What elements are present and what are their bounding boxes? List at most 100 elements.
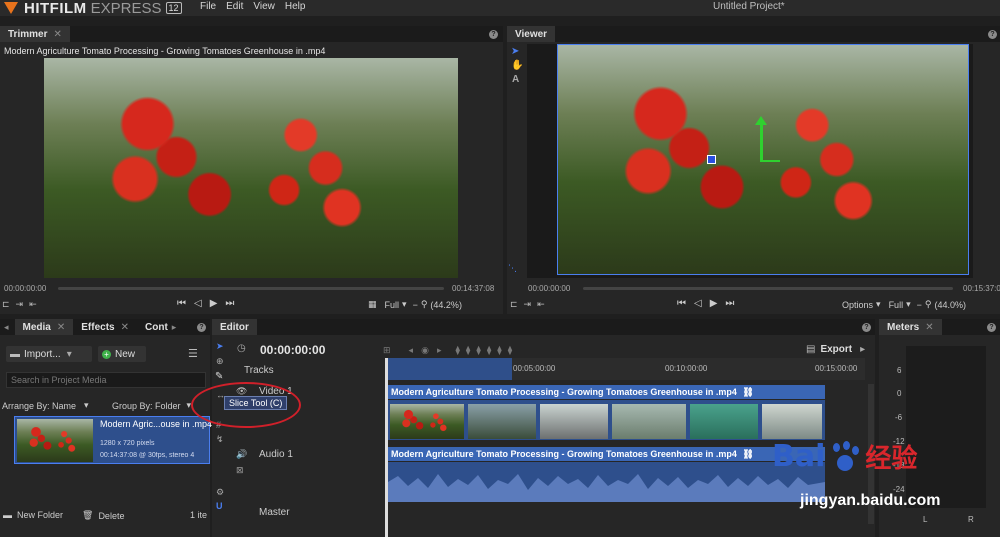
hitfilm-logo-icon xyxy=(4,2,18,14)
snap-magnet-icon[interactable]: U xyxy=(216,501,227,511)
video-clip-body[interactable] xyxy=(388,400,825,440)
play-icon[interactable]: ▶ xyxy=(210,298,218,309)
zoom-out-icon[interactable]: − xyxy=(917,300,922,310)
frame-back-icon[interactable]: ◁ xyxy=(694,298,702,309)
chevron-down-icon: ▾ xyxy=(66,348,72,360)
new-button[interactable]: + New xyxy=(98,346,146,362)
close-icon[interactable]: ✕ xyxy=(121,322,129,333)
viewer-scrubber[interactable] xyxy=(583,287,953,290)
menu-bar: File Edit View Help xyxy=(200,1,315,12)
menu-help[interactable]: Help xyxy=(285,1,306,12)
step-forward-icon[interactable]: ⏭ xyxy=(725,298,734,309)
audio-waveform[interactable] xyxy=(388,462,825,502)
tab-editor[interactable]: Editor xyxy=(212,319,257,335)
tab-effects[interactable]: Effects ✕ xyxy=(73,319,138,335)
chevron-left-icon[interactable]: ◂ xyxy=(4,322,9,333)
select-tool-icon[interactable]: ➤ xyxy=(511,46,525,57)
select-tool-icon[interactable]: ➤ xyxy=(216,341,227,352)
snapshot-icon[interactable]: ⇥ xyxy=(524,299,532,310)
channels-icon[interactable]: ▦ xyxy=(368,299,377,310)
diamond-icon[interactable]: ⧫ xyxy=(487,345,491,356)
diamond-icon[interactable]: ⧫ xyxy=(466,345,470,356)
slice-tool-icon[interactable]: ✎ xyxy=(215,371,227,382)
help-icon[interactable]: ? xyxy=(988,30,997,39)
video-clip-title[interactable]: Modern Agriculture Tomato Processing - G… xyxy=(388,385,825,399)
menu-file[interactable]: File xyxy=(200,1,216,12)
tab-media[interactable]: Media ✕ xyxy=(14,319,74,335)
import-button[interactable]: ▬ Import... ▾ xyxy=(6,346,92,362)
track-select-icon[interactable]: ⊕ xyxy=(216,356,227,367)
trimmer-quality[interactable]: Full xyxy=(385,300,400,310)
arrow-up-icon[interactable] xyxy=(755,116,767,125)
viewer-view-controls: Options ▾ Full ▾ − ⚲ (44.0%) xyxy=(842,299,966,310)
delete-button[interactable]: 🗑 Delete xyxy=(82,510,124,521)
zoom-out-icon[interactable]: − xyxy=(413,300,418,310)
text-tool-icon[interactable]: A xyxy=(512,74,525,85)
viewer-resize-icon[interactable]: ⋱ xyxy=(508,263,517,274)
frame-back-icon[interactable]: ◁ xyxy=(194,298,202,309)
speaker-icon[interactable]: 🔊 xyxy=(236,449,247,460)
add-marker-icon[interactable]: ⊞ xyxy=(383,345,391,356)
arrange-dropdown[interactable]: Arrange By: Name ▾ xyxy=(2,400,89,411)
tab-controls[interactable]: Cont xyxy=(137,319,170,335)
compare-icon[interactable]: ⇤ xyxy=(537,299,545,310)
audio-wave-icon[interactable]: ⊠ xyxy=(236,465,244,476)
safe-area-icon[interactable]: ⊏ xyxy=(510,299,518,310)
clip-thumbnail xyxy=(762,403,822,439)
step-forward-icon[interactable]: ⏭ xyxy=(225,298,234,309)
play-icon[interactable]: ▶ xyxy=(710,298,718,309)
tab-viewer[interactable]: Viewer xyxy=(507,26,556,42)
folder-icon: ▬ xyxy=(10,348,20,360)
menu-view[interactable]: View xyxy=(253,1,275,12)
watermark-brand-cn: 经验 xyxy=(865,444,918,474)
step-back-icon[interactable]: ⏮ xyxy=(677,298,686,309)
help-icon[interactable]: ? xyxy=(197,323,206,332)
audio-clip-title[interactable]: Modern Agriculture Tomato Processing - G… xyxy=(388,447,825,461)
chevron-down-icon[interactable]: ▾ xyxy=(402,299,407,310)
transform-x-axis[interactable] xyxy=(760,160,780,162)
help-icon[interactable]: ? xyxy=(862,323,871,332)
close-icon[interactable]: ✕ xyxy=(925,322,933,333)
timeline-range[interactable] xyxy=(385,358,512,380)
new-folder-button[interactable]: ▬ New Folder xyxy=(3,510,63,520)
next-keyframe-icon[interactable]: ▸ xyxy=(437,345,442,356)
close-icon[interactable]: ✕ xyxy=(57,322,65,333)
anchor-point-handle[interactable] xyxy=(707,155,716,164)
transform-y-axis[interactable] xyxy=(760,122,763,162)
viewer-quality[interactable]: Full xyxy=(889,300,904,310)
insert-icon[interactable]: ⇥ xyxy=(16,299,24,310)
trash-icon: 🗑 xyxy=(82,510,94,520)
chevron-right-icon[interactable]: ▸ xyxy=(172,322,177,333)
clip-thumbnail xyxy=(540,403,608,439)
menu-edit[interactable]: Edit xyxy=(226,1,243,12)
tab-trimmer[interactable]: Trimmer ✕ xyxy=(0,26,70,42)
list-view-icon[interactable]: ☰ xyxy=(188,347,198,360)
diamond-icon[interactable]: ⧫ xyxy=(455,345,459,356)
record-icon[interactable]: ◉ xyxy=(421,345,429,356)
tab-meters[interactable]: Meters ✕ xyxy=(879,319,942,335)
help-icon[interactable]: ? xyxy=(987,323,996,332)
diamond-icon[interactable]: ⧫ xyxy=(476,345,480,356)
hand-tool-icon[interactable]: ✋ xyxy=(511,60,525,71)
diamond-icon[interactable]: ⧫ xyxy=(508,345,512,356)
close-icon[interactable]: ✕ xyxy=(53,29,61,40)
magnifier-icon[interactable]: ⚲ xyxy=(925,299,932,310)
help-icon[interactable]: ? xyxy=(489,30,498,39)
trimmer-video-frame[interactable] xyxy=(44,58,458,278)
prev-keyframe-icon[interactable]: ◂ xyxy=(409,345,414,356)
rate-stretch-icon[interactable]: ↯ xyxy=(216,434,227,445)
settings-icon[interactable]: ⚙ xyxy=(216,487,227,498)
editor-timecode[interactable]: 00:00:00:00 xyxy=(260,343,325,357)
chevron-down-icon[interactable]: ▾ xyxy=(906,299,911,310)
step-back-icon[interactable]: ⏮ xyxy=(177,298,186,309)
group-dropdown[interactable]: Group By: Folder ▾ xyxy=(112,400,191,411)
mark-in-icon[interactable]: ⊏ xyxy=(2,299,10,310)
diamond-icon[interactable]: ⧫ xyxy=(497,345,501,356)
export-button[interactable]: ▤ Export ▸ xyxy=(806,344,865,355)
trimmer-scrubber[interactable] xyxy=(58,287,444,290)
chevron-down-icon[interactable]: ▾ xyxy=(876,299,881,310)
viewer-options[interactable]: Options xyxy=(842,300,873,310)
overlay-icon[interactable]: ⇤ xyxy=(29,299,37,310)
magnifier-icon[interactable]: ⚲ xyxy=(421,299,428,310)
search-input[interactable]: Search in Project Media xyxy=(6,372,206,388)
